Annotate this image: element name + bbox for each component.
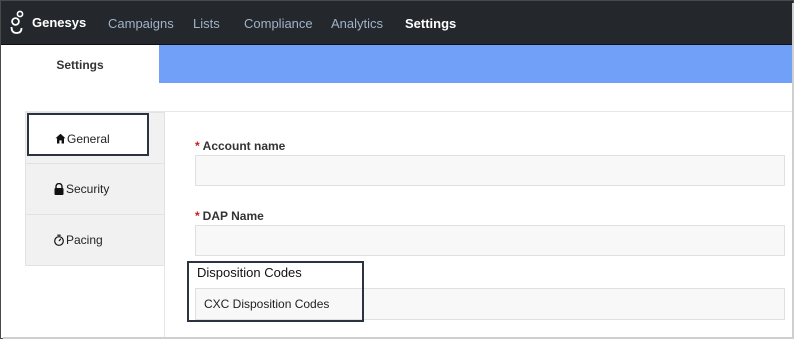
- home-icon: [55, 133, 66, 144]
- required-marker: *: [195, 209, 200, 223]
- required-marker: *: [195, 139, 200, 153]
- nav-analytics[interactable]: Analytics: [331, 16, 383, 31]
- nav-settings[interactable]: Settings: [405, 16, 456, 31]
- lock-icon: [54, 183, 64, 195]
- stopwatch-icon: [54, 234, 64, 246]
- tab-settings[interactable]: Settings: [1, 45, 159, 83]
- account-name-input[interactable]: [195, 155, 785, 186]
- sidebar-item-pacing[interactable]: Pacing: [26, 214, 164, 265]
- account-name-label: * Account name: [195, 139, 286, 153]
- nav-lists[interactable]: Lists: [193, 16, 220, 31]
- top-navigation-bar: Genesys Campaigns Lists Compliance Analy…: [1, 1, 793, 45]
- sidebar-item-label: General: [67, 132, 110, 146]
- tab-bar: Settings: [1, 45, 793, 83]
- nav-compliance[interactable]: Compliance: [244, 16, 313, 31]
- sidebar-item-label: Security: [66, 182, 110, 196]
- sidebar-item-security[interactable]: Security: [26, 163, 164, 214]
- genesys-logo-icon[interactable]: [10, 10, 24, 36]
- disposition-codes-label: Disposition Codes: [197, 265, 302, 280]
- sidebar-item-label: Pacing: [66, 233, 103, 247]
- dap-name-label: * DAP Name: [195, 209, 264, 223]
- sidebar-item-general[interactable]: General: [27, 113, 149, 156]
- nav-campaigns[interactable]: Campaigns: [108, 16, 174, 31]
- menu-divider: [164, 264, 165, 338]
- app-window: Genesys Campaigns Lists Compliance Analy…: [0, 0, 794, 339]
- brand-name[interactable]: Genesys: [32, 15, 86, 30]
- dap-name-input[interactable]: [195, 225, 785, 256]
